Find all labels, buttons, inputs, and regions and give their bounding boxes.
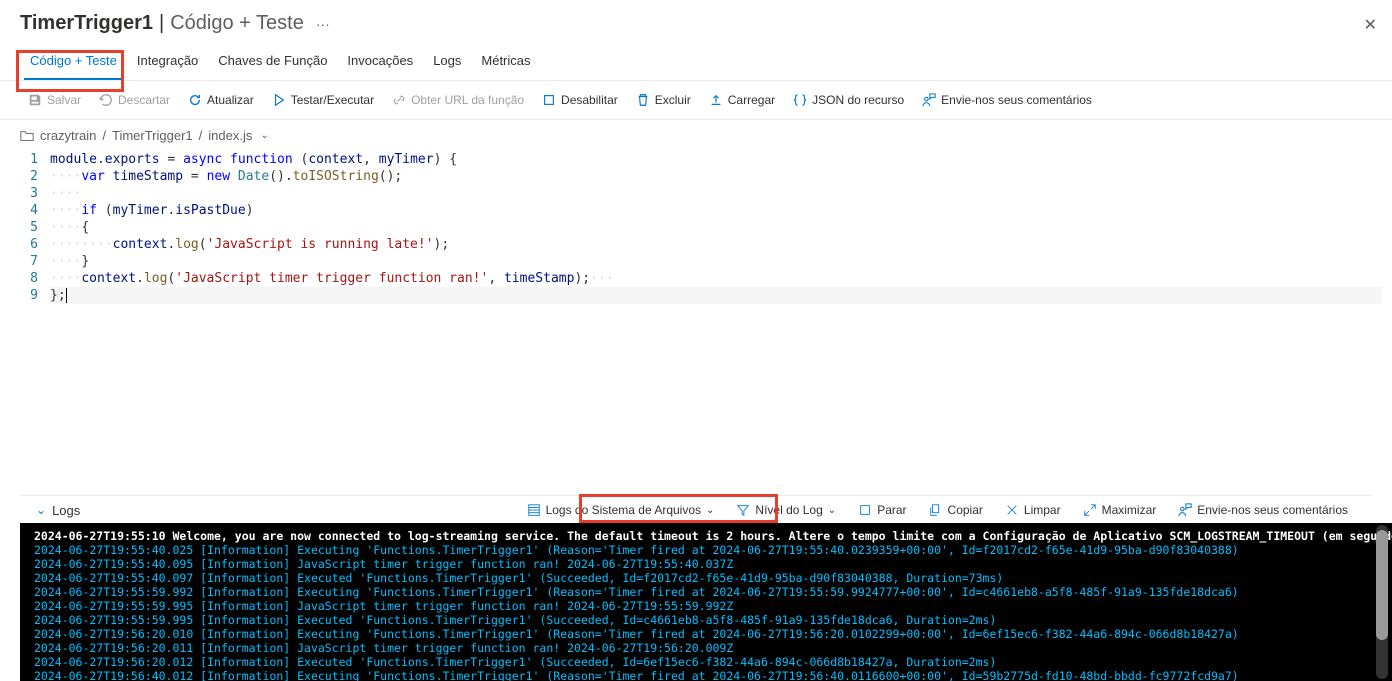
- stop-button[interactable]: Parar: [850, 500, 914, 520]
- console-line: 2024-06-27T19:55:59.995 [Information] Ex…: [34, 613, 1378, 627]
- line-gutter: 123456789: [10, 151, 50, 451]
- tab-function-keys[interactable]: Chaves de Função: [208, 43, 337, 80]
- breadcrumb-file[interactable]: index.js: [208, 128, 252, 143]
- trash-icon: [636, 93, 650, 107]
- upload-button[interactable]: Carregar: [701, 89, 783, 111]
- scrollbar-thumb[interactable]: [1376, 530, 1388, 640]
- person-feedback-icon: [1178, 503, 1192, 517]
- delete-button[interactable]: Excluir: [628, 89, 699, 111]
- stop-icon: [858, 503, 872, 517]
- tab-metrics[interactable]: Métricas: [471, 43, 540, 80]
- copy-icon: [929, 503, 943, 517]
- json-button[interactable]: JSON do recurso: [785, 89, 912, 111]
- refresh-icon: [188, 93, 202, 107]
- chevron-down-icon[interactable]: ⌄: [36, 503, 46, 517]
- undo-icon: [99, 93, 113, 107]
- tab-code-test[interactable]: Código + Teste: [20, 43, 127, 80]
- get-url-button[interactable]: Obter URL da função: [384, 89, 532, 111]
- breadcrumb: crazytrain / TimerTrigger1 / index.js ⌄: [0, 120, 1392, 151]
- page-subtitle: Código + Teste: [170, 12, 304, 35]
- refresh-button[interactable]: Atualizar: [180, 89, 262, 111]
- list-icon: [527, 503, 541, 517]
- console-line: 2024-06-27T19:56:40.012 [Information] Ex…: [34, 669, 1378, 681]
- close-icon[interactable]: ✕: [1364, 15, 1377, 35]
- console-line: 2024-06-27T19:56:20.012 [Information] Ex…: [34, 655, 1378, 669]
- upload-icon: [709, 93, 723, 107]
- code-area[interactable]: module.exports = async function (context…: [50, 151, 1382, 451]
- console-line: 2024-06-27T19:55:10 Welcome, you are now…: [34, 529, 1378, 543]
- play-icon: [272, 93, 286, 107]
- test-run-button[interactable]: Testar/Executar: [264, 89, 382, 111]
- logs-source-dropdown[interactable]: Logs do Sistema de Arquivos ⌄: [519, 500, 723, 520]
- log-level-dropdown[interactable]: Nível do Log ⌄: [728, 500, 844, 520]
- save-icon: [28, 93, 42, 107]
- filter-icon: [736, 503, 750, 517]
- braces-icon: [793, 93, 807, 107]
- chevron-down-icon: ⌄: [828, 505, 836, 516]
- copy-button[interactable]: Copiar: [921, 500, 991, 520]
- toolbar: Salvar Descartar Atualizar Testar/Execut…: [0, 81, 1392, 120]
- chevron-down-icon: ⌄: [706, 505, 714, 516]
- log-console[interactable]: 2024-06-27T19:55:10 Welcome, you are now…: [20, 523, 1392, 681]
- tab-integration[interactable]: Integração: [127, 43, 208, 80]
- console-line: 2024-06-27T19:55:40.095 [Information] Ja…: [34, 557, 1378, 571]
- console-line: 2024-06-27T19:55:59.995 [Information] Ja…: [34, 599, 1378, 613]
- tab-logs[interactable]: Logs: [423, 43, 471, 80]
- logs-label[interactable]: Logs: [52, 503, 80, 518]
- clear-button[interactable]: Limpar: [997, 500, 1069, 520]
- tab-bar: Código + Teste Integração Chaves de Funç…: [0, 43, 1392, 81]
- console-line: 2024-06-27T19:56:20.010 [Information] Ex…: [34, 627, 1378, 641]
- logs-toolbar: ⌄ Logs Logs do Sistema de Arquivos ⌄ Nív…: [20, 495, 1372, 524]
- link-icon: [392, 93, 406, 107]
- stop-icon: [542, 93, 556, 107]
- tab-invocations[interactable]: Invocações: [337, 43, 423, 80]
- discard-button[interactable]: Descartar: [91, 89, 178, 111]
- page-header: TimerTrigger1 | Código + Teste ···: [0, 0, 1392, 43]
- code-editor[interactable]: 123456789 module.exports = async functio…: [0, 151, 1392, 451]
- save-button[interactable]: Salvar: [20, 89, 89, 111]
- console-line: 2024-06-27T19:55:40.025 [Information] Ex…: [34, 543, 1378, 557]
- logs-feedback-button[interactable]: Envie-nos seus comentários: [1170, 500, 1356, 520]
- clear-icon: [1005, 503, 1019, 517]
- maximize-button[interactable]: Maximizar: [1075, 500, 1165, 520]
- breadcrumb-root[interactable]: crazytrain: [40, 128, 96, 143]
- page-title: TimerTrigger1: [20, 12, 153, 35]
- chevron-down-icon[interactable]: ⌄: [260, 130, 268, 141]
- console-line: 2024-06-27T19:55:40.097 [Information] Ex…: [34, 571, 1378, 585]
- breadcrumb-function[interactable]: TimerTrigger1: [112, 128, 193, 143]
- folder-icon: [20, 129, 34, 143]
- console-line: 2024-06-27T19:55:59.992 [Information] Ex…: [34, 585, 1378, 599]
- console-line: 2024-06-27T19:56:20.011 [Information] Ja…: [34, 641, 1378, 655]
- maximize-icon: [1083, 503, 1097, 517]
- disable-button[interactable]: Desabilitar: [534, 89, 626, 111]
- more-icon[interactable]: ···: [316, 16, 330, 32]
- feedback-button[interactable]: Envie-nos seus comentários: [914, 89, 1100, 111]
- person-feedback-icon: [922, 93, 936, 107]
